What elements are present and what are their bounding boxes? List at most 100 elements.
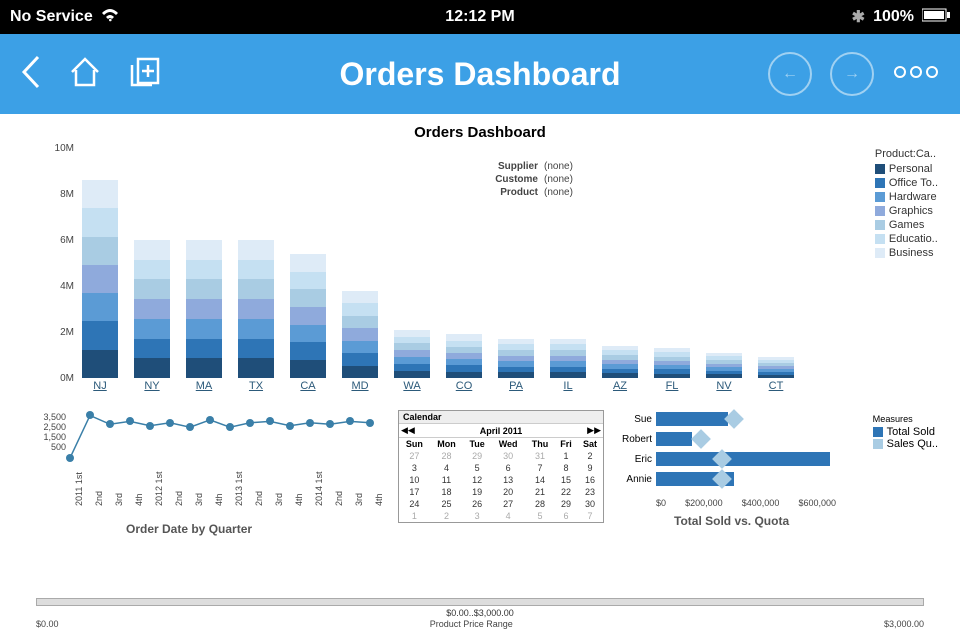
cal-day[interactable]: 6: [555, 510, 577, 522]
bar-CO[interactable]: [446, 334, 482, 378]
bar-WA[interactable]: [394, 330, 430, 378]
line-point[interactable]: [366, 419, 374, 427]
bar-NJ[interactable]: [82, 180, 118, 378]
cal-day[interactable]: 11: [430, 474, 463, 486]
bar-CT[interactable]: [758, 357, 794, 378]
bar-xlabel[interactable]: CO: [441, 380, 487, 392]
legend-title: Product:Ca..: [875, 148, 938, 160]
cal-day[interactable]: 15: [555, 474, 577, 486]
line-point[interactable]: [206, 416, 214, 424]
legend-item: Office To..: [875, 176, 938, 190]
cal-next-year-icon[interactable]: ▶▶: [587, 425, 601, 436]
bar-CA[interactable]: [290, 254, 326, 378]
home-button[interactable]: [68, 55, 102, 94]
cal-prev-year-icon[interactable]: ◀◀: [401, 425, 415, 436]
quarter-line-chart[interactable]: 3,5002,5001,500500 2011 1st2nd3rd4th2012…: [36, 412, 376, 532]
cal-day[interactable]: 5: [463, 462, 491, 474]
bar-xlabel[interactable]: AZ: [597, 380, 643, 392]
cal-day[interactable]: 26: [463, 498, 491, 510]
bar-xlabel[interactable]: CT: [753, 380, 799, 392]
nav-fwd-circle-button[interactable]: →: [830, 52, 874, 96]
cal-day[interactable]: 4: [491, 510, 525, 522]
cal-day[interactable]: 21: [525, 486, 555, 498]
cal-day[interactable]: 2: [430, 510, 463, 522]
bar-xlabel[interactable]: CA: [285, 380, 331, 392]
hbar-row[interactable]: Annie: [614, 470, 844, 488]
cal-day[interactable]: 1: [399, 510, 430, 522]
calendar[interactable]: Calendar ◀◀ April 2011 ▶▶ SunMonTueWedTh…: [398, 410, 604, 523]
bar-MD[interactable]: [342, 291, 378, 378]
line-point[interactable]: [146, 422, 154, 430]
bar-xlabel[interactable]: IL: [545, 380, 591, 392]
back-button[interactable]: [20, 55, 42, 94]
cal-day[interactable]: 7: [577, 510, 603, 522]
bar-PA[interactable]: [498, 339, 534, 378]
bar-xlabel[interactable]: FL: [649, 380, 695, 392]
cal-day[interactable]: 28: [525, 498, 555, 510]
cal-day[interactable]: 24: [399, 498, 430, 510]
bar-xlabel[interactable]: PA: [493, 380, 539, 392]
line-point[interactable]: [306, 419, 314, 427]
bar-AZ[interactable]: [602, 346, 638, 378]
more-button[interactable]: [892, 65, 940, 83]
navbar: Orders Dashboard ← →: [0, 34, 960, 114]
cal-day[interactable]: 13: [491, 474, 525, 486]
bar-NY[interactable]: [134, 240, 170, 378]
hbar-row[interactable]: Sue: [614, 410, 844, 428]
cal-day[interactable]: 20: [491, 486, 525, 498]
cal-day[interactable]: 3: [399, 462, 430, 474]
line-point[interactable]: [286, 422, 294, 430]
cal-day[interactable]: 29: [463, 450, 491, 462]
cal-day[interactable]: 25: [430, 498, 463, 510]
bar-xlabel[interactable]: WA: [389, 380, 435, 392]
line-point[interactable]: [246, 419, 254, 427]
cal-day[interactable]: 4: [430, 462, 463, 474]
bar-xlabel[interactable]: NJ: [77, 380, 123, 392]
cal-day[interactable]: 16: [577, 474, 603, 486]
bar-xlabel[interactable]: NY: [129, 380, 175, 392]
cal-day[interactable]: 30: [577, 498, 603, 510]
bar-IL[interactable]: [550, 339, 586, 378]
cal-day[interactable]: 10: [399, 474, 430, 486]
cal-day[interactable]: 9: [577, 462, 603, 474]
cal-day[interactable]: 28: [430, 450, 463, 462]
bar-xlabel[interactable]: TX: [233, 380, 279, 392]
hbar-caption: Total Sold vs. Quota: [674, 514, 789, 528]
hbar-row[interactable]: Eric: [614, 450, 844, 468]
line-point[interactable]: [166, 419, 174, 427]
cal-day[interactable]: 14: [525, 474, 555, 486]
cal-day[interactable]: 5: [525, 510, 555, 522]
cal-day[interactable]: 29: [555, 498, 577, 510]
nav-back-circle-button[interactable]: ←: [768, 52, 812, 96]
state-bar-chart[interactable]: 0M2M4M6M8M10M NJNYMATXCAMDWACOPAILAZFLNV…: [36, 148, 826, 408]
cal-day[interactable]: 12: [463, 474, 491, 486]
cal-day[interactable]: 27: [399, 450, 430, 462]
cal-day[interactable]: 3: [463, 510, 491, 522]
legend-item: Business: [875, 246, 938, 260]
bar-TX[interactable]: [238, 240, 274, 378]
sold-vs-quota-chart[interactable]: SueRobertEricAnnie $0$200,000$400,000$60…: [614, 410, 844, 540]
bar-xlabel[interactable]: NV: [701, 380, 747, 392]
cal-day[interactable]: 7: [525, 462, 555, 474]
cal-day[interactable]: 22: [555, 486, 577, 498]
cal-day[interactable]: 2: [577, 450, 603, 462]
bar-xlabel[interactable]: MD: [337, 380, 383, 392]
add-doc-button[interactable]: [128, 55, 162, 94]
bar-xlabel[interactable]: MA: [181, 380, 227, 392]
cal-day[interactable]: 1: [555, 450, 577, 462]
cal-day[interactable]: 27: [491, 498, 525, 510]
cal-day[interactable]: 31: [525, 450, 555, 462]
cal-day[interactable]: 17: [399, 486, 430, 498]
cal-day[interactable]: 19: [463, 486, 491, 498]
hbar-row[interactable]: Robert: [614, 430, 844, 448]
line-point[interactable]: [66, 454, 74, 462]
bar-NV[interactable]: [706, 353, 742, 378]
bar-MA[interactable]: [186, 240, 222, 378]
cal-day[interactable]: 18: [430, 486, 463, 498]
bar-FL[interactable]: [654, 348, 690, 378]
cal-day[interactable]: 6: [491, 462, 525, 474]
cal-day[interactable]: 23: [577, 486, 603, 498]
price-range-slider[interactable]: $0.00..$3,000.00 $0.00 Product Price Ran…: [36, 598, 924, 618]
cal-day[interactable]: 8: [555, 462, 577, 474]
cal-day[interactable]: 30: [491, 450, 525, 462]
